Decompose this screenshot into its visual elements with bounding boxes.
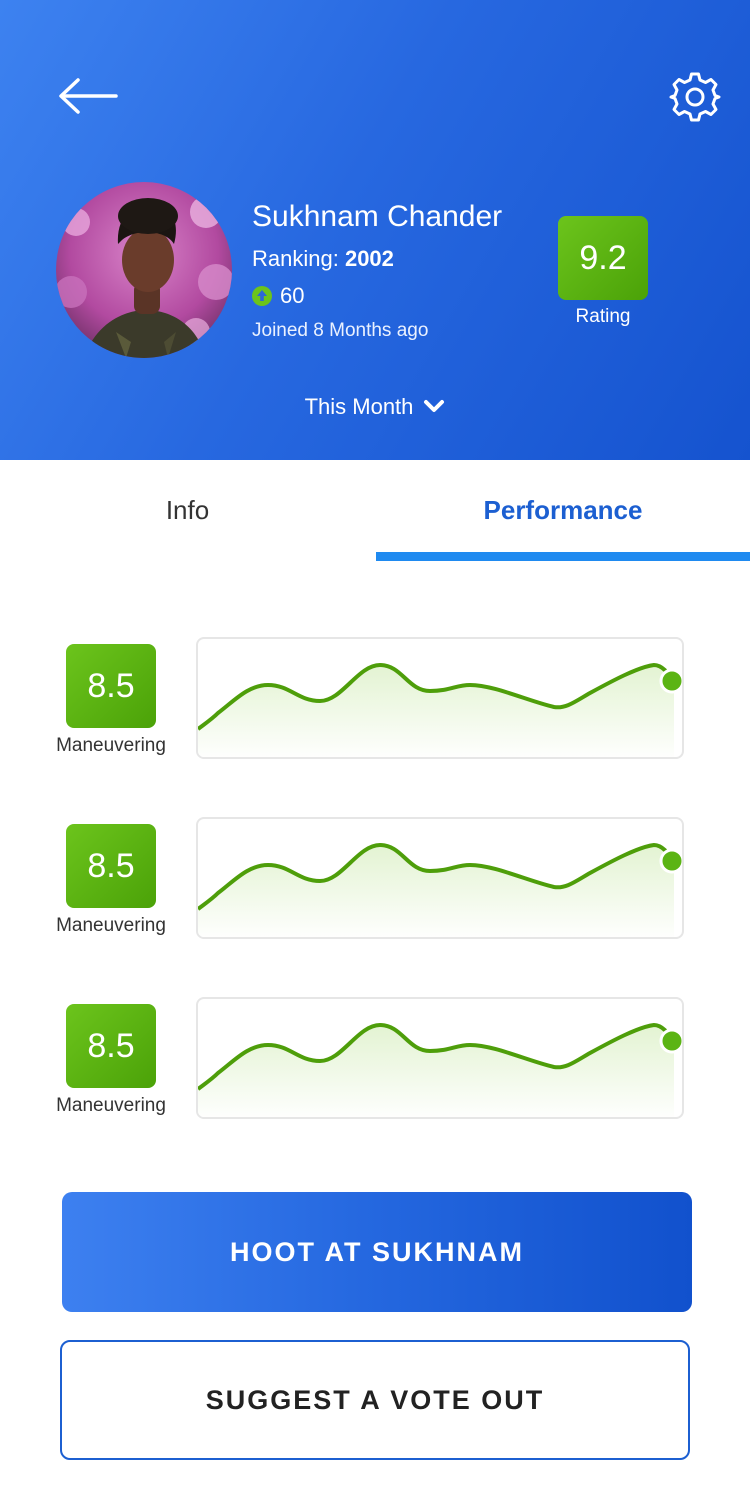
metric-label: Maneuvering [56, 1095, 166, 1116]
avatar [56, 182, 232, 358]
metric-score: 8.5 [66, 824, 156, 908]
points-value: 60 [280, 283, 305, 308]
gear-icon [669, 72, 721, 122]
period-label: This Month [304, 394, 414, 419]
back-button[interactable] [56, 74, 120, 118]
arrow-left-icon [59, 78, 118, 114]
period-dropdown[interactable]: This Month [0, 394, 750, 420]
metric-sparkline [196, 997, 684, 1119]
sparkline-endpoint [659, 1028, 682, 1054]
ranking-value: 2002 [344, 246, 394, 271]
sparkline-endpoint [659, 668, 682, 694]
joined-date: Joined 8 Months ago [252, 320, 429, 341]
tab-info[interactable]: Info [0, 495, 375, 526]
sparkline-endpoint [659, 848, 682, 874]
metric-label: Maneuvering [56, 735, 166, 756]
profile-photo [56, 182, 232, 358]
sparkline-area [198, 665, 674, 757]
sparkline-area [198, 1025, 674, 1117]
rating-label: Rating [575, 306, 631, 327]
rating-badge: 9.2 [558, 216, 648, 300]
metric-sparkline [196, 637, 684, 759]
active-tab-indicator [376, 552, 750, 561]
profile-name: Sukhnam Chander [252, 200, 503, 233]
chevron-down-icon [424, 400, 445, 412]
metric-label: Maneuvering [56, 915, 166, 936]
tab-performance[interactable]: Performance [376, 495, 750, 526]
sparkline-area [198, 845, 674, 937]
hoot-button[interactable]: HOOT AT SUKHNAM [62, 1192, 692, 1312]
metric-score: 8.5 [66, 1004, 156, 1088]
ranking: Ranking: 2002 [252, 246, 394, 272]
metric-score: 8.5 [66, 644, 156, 728]
settings-button[interactable] [668, 70, 722, 124]
suggest-vote-out-button[interactable]: SUGGEST A VOTE OUT [60, 1340, 690, 1460]
profile-header: Sukhnam Chander Ranking: 2002 60 Joined … [0, 0, 750, 460]
metric-sparkline [196, 817, 684, 939]
arrow-up-circle-icon [252, 286, 272, 306]
points: 60 [252, 283, 304, 309]
ranking-label: Ranking: [252, 246, 345, 271]
